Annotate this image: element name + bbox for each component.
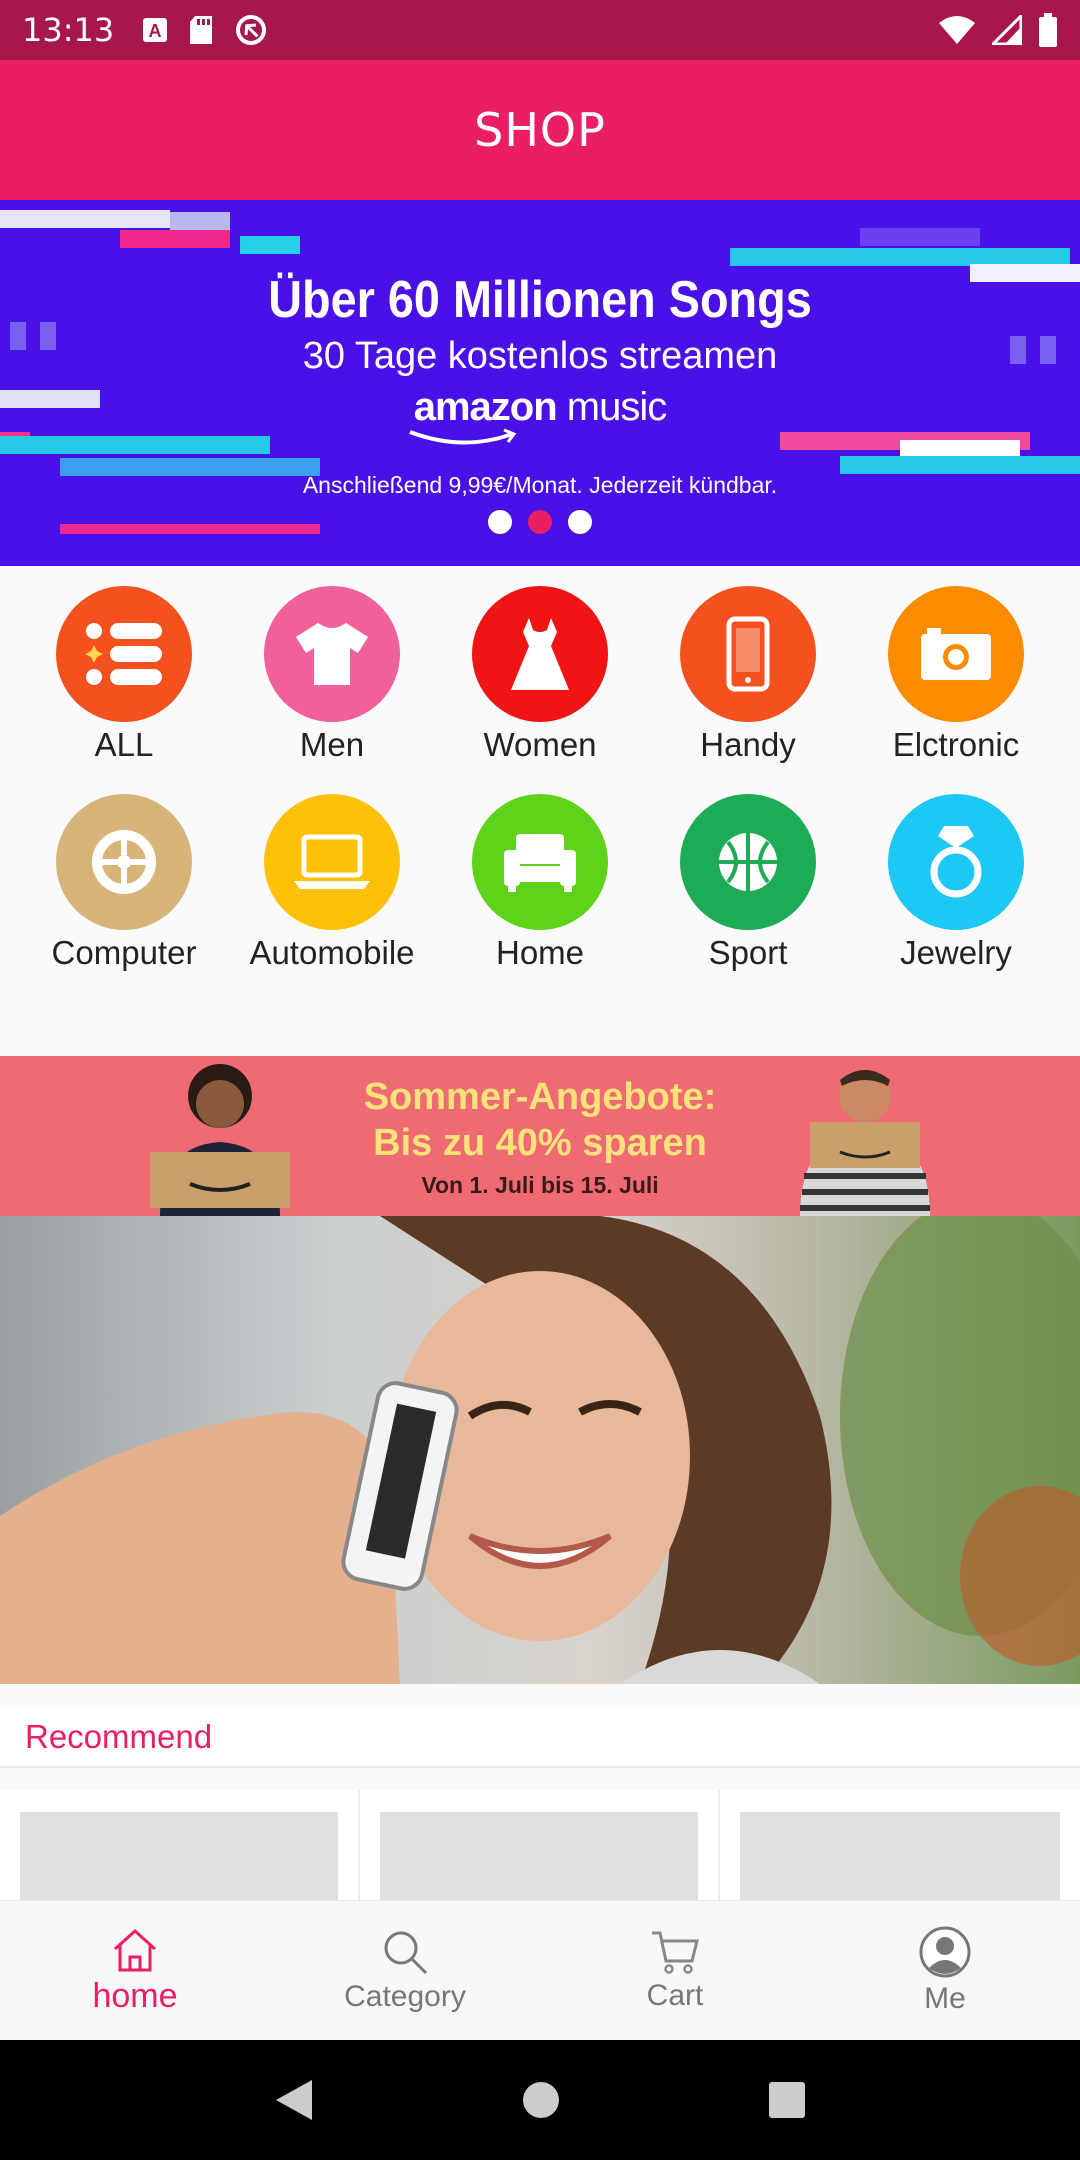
battery-icon	[1039, 13, 1057, 47]
amazon-smile-icon	[409, 428, 517, 445]
nav-label: Cart	[646, 1979, 704, 2012]
category-label: Jewelry	[900, 934, 1012, 971]
person-icon	[919, 1926, 971, 1978]
carousel-dot[interactable]	[568, 510, 592, 534]
hero-subline: 30 Tage kostenlos streamen	[302, 335, 778, 377]
carousel-dot[interactable]	[488, 510, 512, 534]
product-card[interactable]	[0, 1790, 360, 1902]
wifi-icon	[939, 16, 975, 44]
sd-card-icon	[190, 16, 213, 44]
nav-category[interactable]: Category	[270, 1901, 540, 2041]
category-label: ALL	[94, 726, 154, 763]
camera-icon	[888, 586, 1024, 722]
laptop-icon	[264, 794, 400, 930]
nav-home[interactable]: home	[0, 1901, 270, 2041]
category-label: Home	[495, 934, 585, 971]
category-women[interactable]: Women	[436, 586, 644, 764]
ring-icon	[888, 794, 1024, 930]
category-label: Automobile	[249, 934, 415, 971]
promo-dates: Von 1. Juli bis 15. Juli	[421, 1172, 659, 1198]
category-label: Men	[299, 726, 365, 763]
list-icon	[56, 586, 192, 722]
a-notification-icon: A	[143, 18, 168, 42]
product-image-placeholder	[20, 1812, 338, 1902]
signal-icon	[992, 15, 1022, 45]
nav-cart[interactable]: Cart	[540, 1901, 810, 2041]
carousel-dot-active[interactable]	[528, 510, 552, 534]
category-label: Handy	[700, 726, 796, 763]
category-label: Sport	[708, 934, 788, 971]
dress-icon	[472, 586, 608, 722]
category-home[interactable]: Home	[436, 794, 644, 972]
category-electronic[interactable]: Elctronic	[852, 586, 1060, 764]
sofa-icon	[472, 794, 608, 930]
category-automobile[interactable]: Automobile	[228, 794, 436, 972]
category-men[interactable]: Men	[228, 586, 436, 764]
product-card[interactable]	[360, 1790, 720, 1902]
nav-label: Me	[924, 1982, 966, 2015]
hero-footnote: Anschließend 9,99€/Monat. Jederzeit künd…	[302, 472, 778, 498]
category-handy[interactable]: Handy	[644, 586, 852, 764]
category-sport[interactable]: Sport	[644, 794, 852, 972]
promo-title: Sommer-Angebote:	[363, 1076, 717, 1118]
system-navigation-bar	[0, 2040, 1080, 2160]
category-label: Elctronic	[892, 726, 1020, 763]
app-title: SHOP	[474, 103, 606, 157]
hero-headline: Über 60 Millionen Songs	[268, 271, 812, 329]
promo-discount: Bis zu 40% sparen	[373, 1122, 707, 1164]
product-image-placeholder	[740, 1812, 1060, 1902]
recommend-list	[0, 1790, 1080, 1902]
ball-icon	[680, 794, 816, 930]
category-computer[interactable]: Computer	[20, 794, 228, 972]
search-icon	[384, 1931, 428, 1975]
woman-on-phone-image	[0, 1216, 1080, 1684]
home-circle-icon[interactable]	[521, 2080, 561, 2120]
app-bar: SHOP	[0, 60, 1080, 200]
status-time: 13:13	[22, 11, 115, 49]
product-image-placeholder	[380, 1812, 698, 1902]
category-all[interactable]: ALL	[20, 586, 228, 764]
category-label: Women	[483, 726, 597, 763]
carousel-indicator	[0, 510, 1080, 534]
hero-brand-bold: amazon	[413, 385, 558, 429]
shop-screen: 13:13 A SHOP Über 60 Millionen Songs 30 …	[0, 0, 1080, 2160]
back-icon[interactable]	[274, 2078, 314, 2122]
category-jewelry[interactable]: Jewelry	[852, 794, 1060, 972]
category-label: Computer	[51, 934, 197, 971]
nav-label: home	[92, 1976, 178, 2015]
recommend-label: Recommend	[25, 1718, 213, 1755]
tshirt-icon	[264, 586, 400, 722]
category-grid: ALL Men Women Handy Elctronic Computer A…	[0, 566, 1080, 1056]
bottom-navigation: home Category Cart Me	[0, 1900, 1080, 2040]
home-icon	[113, 1928, 157, 1971]
nav-me[interactable]: Me	[810, 1901, 1080, 2041]
recommend-header: Recommend	[0, 1708, 1080, 1768]
cart-icon	[652, 1931, 699, 1974]
nav-label: Category	[344, 1980, 466, 2013]
status-bar: 13:13 A	[0, 0, 1080, 60]
phone-call-photo-banner[interactable]	[0, 1216, 1080, 1684]
product-card[interactable]	[720, 1790, 1080, 1902]
phone-icon	[680, 586, 816, 722]
hero-brand-light: music	[566, 385, 667, 429]
svg-text:A: A	[149, 21, 162, 41]
wheel-icon	[56, 794, 192, 930]
hero-brand: amazon music	[0, 385, 1080, 430]
promo-banner[interactable]: Sommer-Angebote: Bis zu 40% sparen Von 1…	[0, 1056, 1080, 1216]
recents-icon[interactable]	[768, 2081, 806, 2119]
sync-icon	[236, 15, 267, 45]
